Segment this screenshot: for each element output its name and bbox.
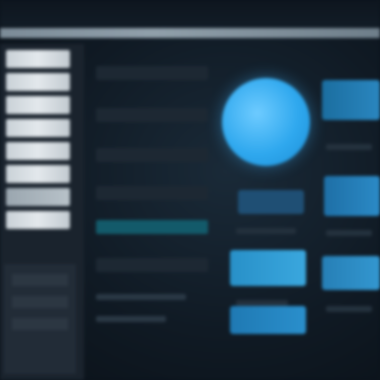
sidebar-item[interactable] (6, 165, 70, 183)
user-avatar-icon[interactable] (222, 78, 310, 166)
sidebar-footer-row (12, 274, 68, 286)
primary-button[interactable] (230, 250, 306, 286)
list-item[interactable] (96, 148, 208, 162)
list-item[interactable] (96, 258, 208, 272)
text-line (326, 230, 372, 236)
sidebar-menu (6, 50, 70, 234)
list-item[interactable] (96, 108, 208, 122)
text-line (326, 306, 372, 312)
app-window (0, 0, 380, 380)
toolbar-strip (0, 28, 380, 38)
sidebar-item[interactable] (6, 50, 70, 68)
right-button[interactable] (322, 256, 380, 290)
sidebar-item[interactable] (6, 73, 70, 91)
list-item[interactable] (96, 66, 208, 80)
list-item-selected[interactable] (96, 220, 208, 234)
secondary-button[interactable] (230, 306, 306, 334)
content-list (96, 44, 214, 344)
text-line (326, 144, 372, 150)
sidebar-footer-panel (4, 264, 76, 374)
text-line (96, 316, 166, 322)
sidebar-item[interactable] (6, 188, 70, 206)
sidebar (0, 44, 84, 380)
right-button[interactable] (324, 176, 380, 216)
sidebar-item[interactable] (6, 142, 70, 160)
text-line (96, 294, 186, 300)
title-bar (0, 0, 380, 26)
sidebar-item[interactable] (6, 119, 70, 137)
sidebar-footer-row (12, 318, 68, 330)
sidebar-footer-row (12, 296, 68, 308)
action-button[interactable] (238, 190, 304, 214)
right-button[interactable] (322, 80, 380, 120)
sidebar-item[interactable] (6, 211, 70, 229)
sidebar-item[interactable] (6, 96, 70, 114)
list-item[interactable] (96, 186, 208, 200)
text-line (236, 228, 296, 234)
